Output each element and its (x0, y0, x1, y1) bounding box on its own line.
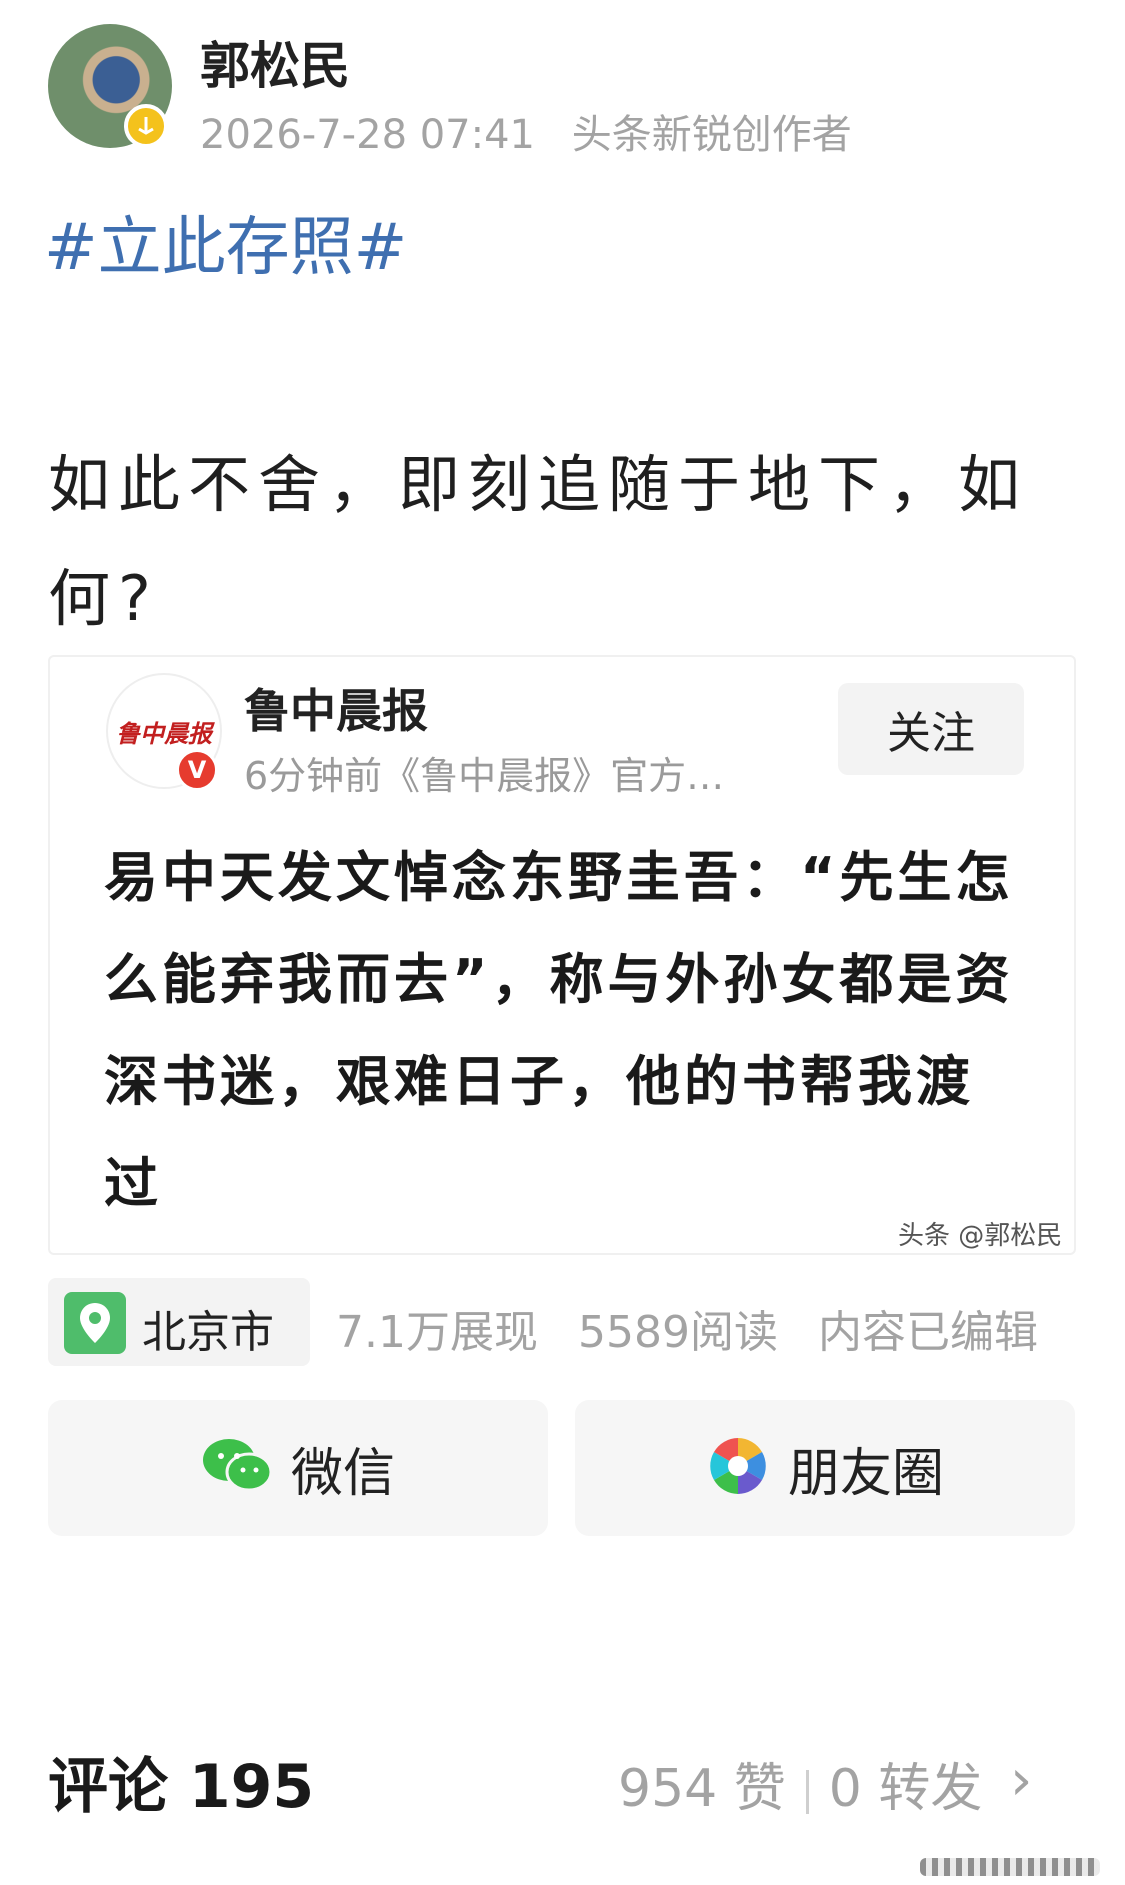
home-indicator (920, 1858, 1100, 1876)
share-wechat-button[interactable]: 微信 (48, 1400, 548, 1536)
moments-icon (706, 1434, 770, 1502)
creator-badge-icon (124, 104, 168, 148)
comments-count[interactable]: 评论 195 (48, 1738, 314, 1825)
watermark: 头条 @郭松民 (898, 1221, 1063, 1251)
engagement-counts: 954 赞 0 转发 (618, 1746, 982, 1821)
edited-note: 内容已编辑 (817, 1307, 1038, 1358)
hashtag-link[interactable]: #立此存照# (44, 196, 407, 288)
divider (805, 1770, 809, 1814)
post-meta: 2026-7-28 07:41 头条新锐创作者 (200, 102, 852, 160)
share-moments-button[interactable]: 朋友圈 (575, 1400, 1075, 1536)
wechat-icon (201, 1436, 273, 1500)
likes-count[interactable]: 954 赞 (618, 1759, 786, 1819)
share-wechat-label: 微信 (290, 1443, 395, 1504)
post-timestamp: 2026-7-28 07:41 (200, 112, 535, 158)
follow-button[interactable]: 关注 (838, 683, 1024, 775)
author-title: 头条新锐创作者 (571, 112, 852, 158)
share-moments-label: 朋友圈 (787, 1443, 944, 1504)
reposts-count[interactable]: 0 转发 (829, 1759, 983, 1819)
impressions-count: 7.1万展现 (336, 1307, 538, 1358)
reads-count: 5589阅读 (577, 1307, 778, 1358)
chevron-right-icon[interactable]: › (1010, 1748, 1032, 1813)
verified-icon: V (176, 749, 218, 791)
post-text: 如此不舍，即刻追随于地下，如何? (48, 448, 1029, 635)
source-name[interactable]: 鲁中晨报 (244, 675, 428, 741)
embedded-article-card[interactable]: 鲁中晨报 V 鲁中晨报 6分钟前《鲁中晨报》官方… 关注 易中天发文悼念东野圭吾… (48, 655, 1076, 1255)
article-headline[interactable]: 易中天发文悼念东野圭吾：“先生怎么能弃我而去”，称与外孙女都是资深书迷，艰难日子… (104, 827, 1024, 1235)
location-pin-icon (64, 1292, 126, 1354)
post-stats: 7.1万展现 5589阅读 内容已编辑 (336, 1296, 1038, 1360)
location-label[interactable]: 北京市 (142, 1296, 274, 1360)
source-meta: 6分钟前《鲁中晨报》官方… (244, 754, 725, 798)
author-name[interactable]: 郭松民 (200, 26, 350, 98)
